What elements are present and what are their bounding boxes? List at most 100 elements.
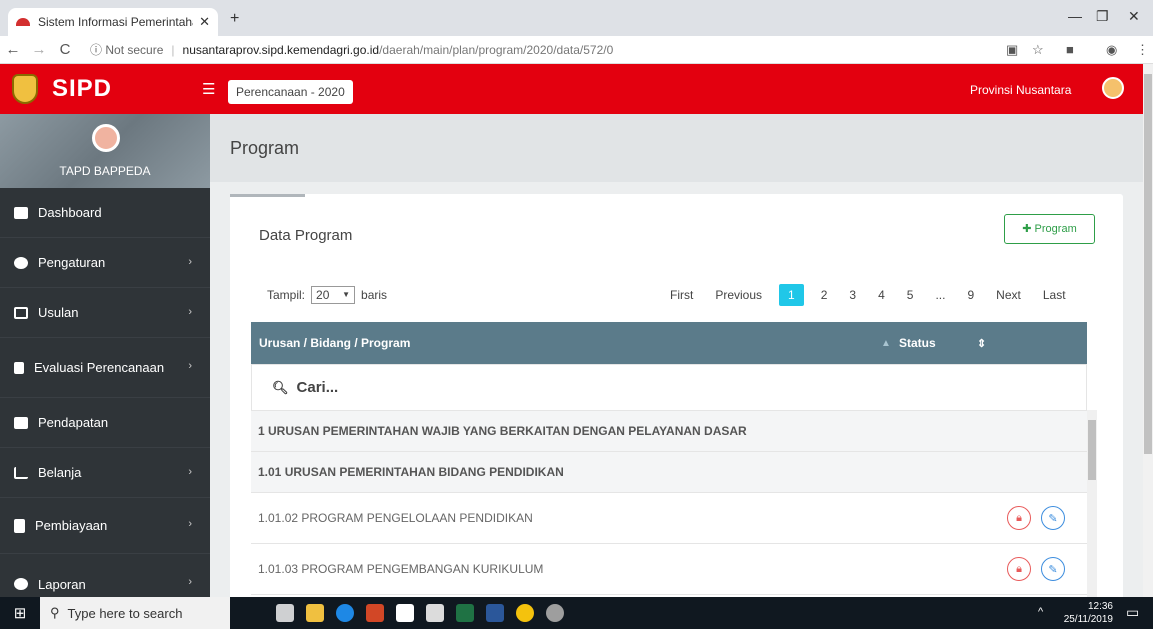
paint-icon[interactable] [546, 604, 564, 622]
mail-icon[interactable] [426, 604, 444, 622]
reload-icon[interactable]: C [52, 41, 78, 58]
province-name[interactable]: Provinsi Nusantara [970, 83, 1071, 97]
table-row[interactable]: 1 URUSAN PEMERINTAHAN WAJIB YANG BERKAIT… [251, 411, 1087, 452]
close-window-icon[interactable]: ✕ [1128, 8, 1140, 25]
sidebar-item-label: Belanja [38, 465, 82, 480]
page-scrollbar[interactable] [1143, 64, 1153, 597]
card-title: Data Program [259, 227, 353, 244]
province-avatar-icon[interactable] [1102, 77, 1124, 99]
lock-icon[interactable]: 🔒︎ [1007, 506, 1031, 530]
page-length-select[interactable]: 20 ▼ [311, 286, 356, 304]
pager-last[interactable]: Last [1038, 284, 1071, 306]
url-separator: | [171, 42, 175, 57]
sidebar-item-label: Pembiayaan [35, 518, 108, 533]
info-icon[interactable]: ⓘ [90, 41, 102, 58]
sidebar-item-evaluasi-perencanaan[interactable]: Evaluasi Perencanaan › [0, 338, 210, 398]
sidebar-item-laporan[interactable]: Laporan › [0, 554, 210, 597]
chrome-icon[interactable] [516, 604, 534, 622]
task-view-icon[interactable] [276, 604, 294, 622]
bookmark-star-icon[interactable]: ☆ [1032, 42, 1044, 58]
windows-start-icon[interactable]: ⊞ [0, 604, 40, 622]
close-tab-icon[interactable]: ✕ [199, 14, 210, 30]
add-program-button[interactable]: ✚ Program [1004, 214, 1095, 244]
back-icon[interactable]: ← [0, 41, 26, 58]
page-length-control: Tampil: 20 ▼ baris [267, 286, 387, 304]
sidebar-item-pengaturan[interactable]: Pengaturan › [0, 238, 210, 288]
table-scrollbar[interactable] [1087, 410, 1097, 597]
pager-page-2[interactable]: 2 [816, 284, 833, 306]
powerpoint-icon[interactable] [366, 604, 384, 622]
taskbar-search[interactable]: ⚲ Type here to search [40, 597, 230, 629]
minimize-icon[interactable]: — [1068, 8, 1082, 24]
pager-page-1[interactable]: 1 [779, 284, 804, 306]
add-program-label: Program [1034, 223, 1077, 235]
chevron-right-icon: › [188, 518, 192, 530]
app-name: SIPD [52, 75, 113, 102]
notification-icon[interactable]: ▭ [1126, 604, 1139, 621]
period-selector-button[interactable]: Perencanaan - 2020 [228, 80, 353, 104]
profile-icon[interactable]: ◉ [1106, 42, 1117, 58]
browser-menu-icon[interactable]: ⋮ [1136, 42, 1149, 58]
url-field[interactable]: ⓘ Not secure | nusantaraprov.sipd.kemend… [90, 41, 613, 58]
sort-up-icon[interactable]: ▲ [881, 338, 891, 349]
table-scrollbar-thumb[interactable] [1088, 420, 1096, 480]
windows-taskbar: ⊞ ⚲ Type here to search [0, 597, 1153, 629]
table-search-input[interactable]: 🔍︎ Cari... [251, 364, 1087, 411]
edge-browser-icon[interactable] [336, 604, 354, 622]
row-actions: 🔒︎ ✎ [1007, 557, 1075, 581]
pager-previous[interactable]: Previous [710, 284, 767, 306]
pagination: First Previous 1 2 3 4 5 ... 9 Next Last [659, 284, 1077, 306]
sort-both-icon[interactable]: ⇕ [977, 337, 986, 350]
table-row[interactable]: 1.01.03 PROGRAM PENGEMBANGAN KURIKULUM 🔒… [251, 544, 1087, 595]
forward-icon[interactable]: → [26, 41, 52, 58]
emblem-icon [12, 74, 38, 104]
lock-icon[interactable]: 🔒︎ [1007, 557, 1031, 581]
app-logo[interactable]: SIPD [0, 64, 210, 114]
pager-first[interactable]: First [665, 284, 698, 306]
sidebar-item-label: Dashboard [38, 205, 102, 220]
hamburger-menu-icon[interactable]: ☰ [202, 80, 215, 98]
word-icon[interactable] [486, 604, 504, 622]
edit-icon[interactable]: ✎ [1041, 506, 1065, 530]
table-row[interactable]: 1.01.02 PROGRAM PENGELOLAAN PENDIDIKAN 🔒… [251, 493, 1087, 544]
pager-ellipsis: ... [935, 288, 946, 302]
sidebar-item-usulan[interactable]: Usulan › [0, 288, 210, 338]
column-header-program[interactable]: Urusan / Bidang / Program [259, 336, 410, 350]
new-tab-button[interactable]: + [230, 10, 239, 28]
sidebar-item-dashboard[interactable]: Dashboard [0, 188, 210, 238]
pager-page-3[interactable]: 3 [844, 284, 861, 306]
store-icon[interactable] [396, 604, 414, 622]
show-label: Tampil: [267, 288, 306, 302]
sidebar-item-pendapatan[interactable]: Pendapatan [0, 398, 210, 448]
edit-icon[interactable]: ✎ [1041, 557, 1065, 581]
file-explorer-icon[interactable] [306, 604, 324, 622]
tray-chevron-up-icon[interactable]: ^ [1038, 606, 1043, 618]
sidebar-item-pembiayaan[interactable]: Pembiayaan › [0, 498, 210, 554]
browser-tab[interactable]: Sistem Informasi Pemerintahan D ✕ [8, 8, 218, 36]
chevron-right-icon: › [188, 576, 192, 588]
system-clock[interactable]: 12:36 25/11/2019 [1064, 600, 1113, 626]
dropdown-arrow-icon: ▼ [342, 290, 351, 299]
card-tab-indicator [230, 194, 305, 197]
table-row[interactable]: 1.01 URUSAN PEMERINTAHAN BIDANG PENDIDIK… [251, 452, 1087, 493]
pager-next[interactable]: Next [991, 284, 1026, 306]
pie-chart-icon [14, 578, 28, 590]
sidebar-item-belanja[interactable]: Belanja › [0, 448, 210, 498]
excel-icon[interactable] [456, 604, 474, 622]
sidebar-item-label: Laporan [38, 576, 86, 592]
page-scrollbar-thumb[interactable] [1144, 74, 1152, 454]
main-content: Program Data Program ✚ Program Tampil: 2… [210, 114, 1143, 597]
column-header-status[interactable]: Status [899, 336, 936, 350]
search-icon: ⚲ [50, 605, 60, 620]
translate-icon[interactable]: ▣ [1006, 42, 1018, 58]
extension-icon[interactable]: ■ [1066, 42, 1074, 57]
sidebar-item-label: Evaluasi Perencanaan [34, 360, 165, 375]
pager-page-9[interactable]: 9 [962, 284, 979, 306]
dashboard-icon [14, 206, 28, 219]
pager-page-4[interactable]: 4 [873, 284, 890, 306]
data-card: Data Program ✚ Program Tampil: 20 ▼ bari… [230, 194, 1123, 597]
restore-icon[interactable]: ❐ [1096, 8, 1109, 25]
url-host: nusantaraprov.sipd.kemendagri.go.id [182, 42, 380, 57]
pager-page-5[interactable]: 5 [902, 284, 919, 306]
search-icon: 🔍︎ [272, 379, 289, 395]
